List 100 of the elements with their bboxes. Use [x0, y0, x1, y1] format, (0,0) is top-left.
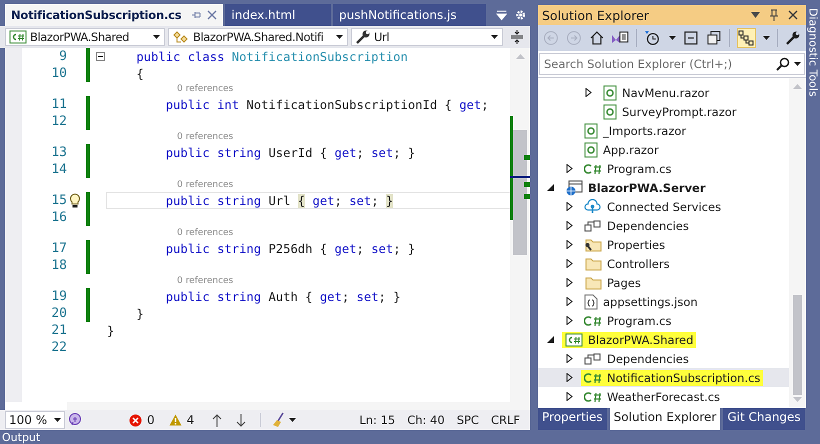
tree-item-label: Dependencies: [607, 218, 689, 232]
tree-item[interactable]: Dependencies: [538, 216, 789, 235]
tree-item-label: Dependencies: [607, 352, 689, 366]
arrow-down-icon[interactable]: [236, 414, 246, 426]
tree-item[interactable]: WeatherForecast.cs: [538, 387, 789, 406]
dependencies-icon: [584, 352, 602, 366]
collapse-icon[interactable]: [96, 52, 104, 61]
collapsed-arrow-icon[interactable]: [565, 297, 574, 306]
line-number: 12: [50, 114, 67, 129]
tree-item[interactable]: BlazorPWA.Server: [538, 178, 789, 197]
settings-icon[interactable]: [514, 9, 526, 21]
collapsed-arrow-icon[interactable]: [565, 221, 574, 230]
tree-item[interactable]: BlazorPWA.Shared: [538, 330, 789, 349]
search-icon[interactable]: [776, 57, 790, 71]
editor-tab[interactable]: NotificationSubscription.cs: [5, 4, 224, 26]
line-number: 21: [50, 323, 67, 338]
split-icon[interactable]: [510, 29, 524, 45]
member-dropdown[interactable]: Url: [351, 28, 503, 46]
collapsed-arrow-icon[interactable]: [565, 240, 574, 249]
pin-icon[interactable]: [191, 10, 202, 20]
line-number: 15: [50, 193, 67, 208]
broom-icon[interactable]: [271, 412, 298, 428]
tree-item[interactable]: _Imports.razor: [538, 121, 789, 140]
dropdown-icon[interactable]: [751, 12, 760, 18]
tree-item-label: Controllers: [607, 256, 670, 270]
home-icon[interactable]: [588, 30, 604, 46]
warning-count[interactable]: 4: [168, 413, 194, 427]
line-number: 11: [50, 97, 67, 112]
tree-item[interactable]: Dependencies: [538, 349, 789, 368]
editor-tab[interactable]: index.html: [225, 4, 332, 26]
vs-solution-icon[interactable]: [611, 30, 630, 46]
expanded-arrow-icon[interactable]: [546, 335, 555, 344]
caret-icon[interactable]: [794, 62, 801, 66]
line-endings-indicator[interactable]: CRLF: [490, 413, 520, 427]
tree-item[interactable]: Program.cs: [538, 311, 789, 330]
tree-item[interactable]: Controllers: [538, 254, 789, 273]
editor-tab[interactable]: pushNotifications.js: [333, 4, 486, 26]
code-line: public string Url { get; set; }: [164, 194, 394, 208]
tree-scrollbar[interactable]: [789, 78, 806, 408]
collapsed-arrow-icon[interactable]: [565, 164, 574, 173]
tree-item[interactable]: Connected Services: [538, 197, 789, 216]
sync-toggle[interactable]: [736, 28, 756, 48]
collapsed-arrow-icon[interactable]: [565, 259, 574, 268]
tree-item[interactable]: SurveyPrompt.razor: [538, 102, 789, 121]
folder-icon: [584, 274, 602, 290]
tree-item-label: BlazorPWA.Server: [588, 180, 706, 194]
copy-icon[interactable]: [706, 30, 722, 46]
tree-item[interactable]: appsettings.json: [538, 292, 789, 311]
close-icon[interactable]: [207, 10, 218, 20]
horizontal-scrollbar[interactable]: [67, 402, 530, 410]
search-field[interactable]: Search Solution Explorer (Ctrl+;): [539, 53, 805, 75]
type-dropdown[interactable]: BlazorPWA.Shared.Notifi: [168, 28, 348, 46]
tree-item-label: App.razor: [603, 142, 659, 156]
vertical-scrollbar[interactable]: [510, 48, 530, 402]
code-line: public class NotificationSubscription: [135, 50, 408, 64]
zoom-dropdown[interactable]: 100 %: [5, 411, 65, 429]
tree-item[interactable]: App.razor: [538, 140, 789, 159]
expanded-arrow-icon[interactable]: [546, 183, 555, 192]
history-icon[interactable]: [644, 30, 662, 46]
collapsed-arrow-icon[interactable]: [565, 354, 574, 363]
wrench-icon: [355, 29, 371, 45]
caret-icon[interactable]: [668, 36, 676, 40]
caret-icon[interactable]: [763, 36, 770, 40]
tree-item-label: Connected Services: [607, 200, 722, 214]
lightbulb-icon[interactable]: [68, 193, 80, 208]
pin-icon[interactable]: [769, 9, 779, 21]
close-icon[interactable]: [788, 10, 798, 20]
tree-item[interactable]: Pages: [538, 273, 789, 292]
tree-item[interactable]: NotificationSubscription.cs: [538, 368, 789, 387]
collapsed-arrow-icon[interactable]: [584, 88, 593, 97]
wrench-icon[interactable]: [785, 30, 802, 46]
csharp-file-icon: [584, 372, 602, 384]
tree-item[interactable]: Program.cs: [538, 159, 789, 178]
tree-item-label: NavMenu.razor: [622, 86, 710, 100]
panel-tab[interactable]: Properties: [538, 408, 607, 430]
project-dropdown[interactable]: BlazorPWA.Shared: [5, 28, 165, 46]
scroll-thumb[interactable]: [793, 295, 802, 395]
collapsed-arrow-icon[interactable]: [565, 278, 574, 287]
line-indicator[interactable]: Ln: 15: [359, 413, 396, 427]
collapsed-arrow-icon[interactable]: [565, 392, 574, 401]
output-panel-tab[interactable]: Output: [2, 431, 40, 444]
tree-item[interactable]: NavMenu.razor: [538, 83, 789, 102]
folder-icon: [584, 256, 602, 272]
csharp-file-icon: [584, 314, 602, 326]
collapsed-arrow-icon[interactable]: [565, 202, 574, 211]
collapse-all-icon[interactable]: [682, 30, 699, 46]
error-count[interactable]: 0: [129, 413, 155, 427]
panel-tab[interactable]: Solution Explorer: [610, 408, 720, 430]
dropdown-icon[interactable]: [496, 9, 507, 21]
panel-tab[interactable]: Git Changes: [723, 408, 805, 430]
side-panel-tab[interactable]: Diagnostic Tools: [806, 8, 820, 430]
arrow-up-icon[interactable]: [212, 414, 222, 426]
collapsed-arrow-icon[interactable]: [565, 316, 574, 325]
tree-item[interactable]: Properties: [538, 235, 789, 254]
scroll-thumb[interactable]: [513, 130, 527, 255]
column-indicator[interactable]: Ch: 40: [407, 413, 445, 427]
whitespace-indicator[interactable]: SPC: [456, 413, 479, 427]
line-number: 17: [50, 241, 67, 256]
collapsed-arrow-icon[interactable]: [565, 373, 574, 382]
error-icon: [129, 414, 142, 426]
